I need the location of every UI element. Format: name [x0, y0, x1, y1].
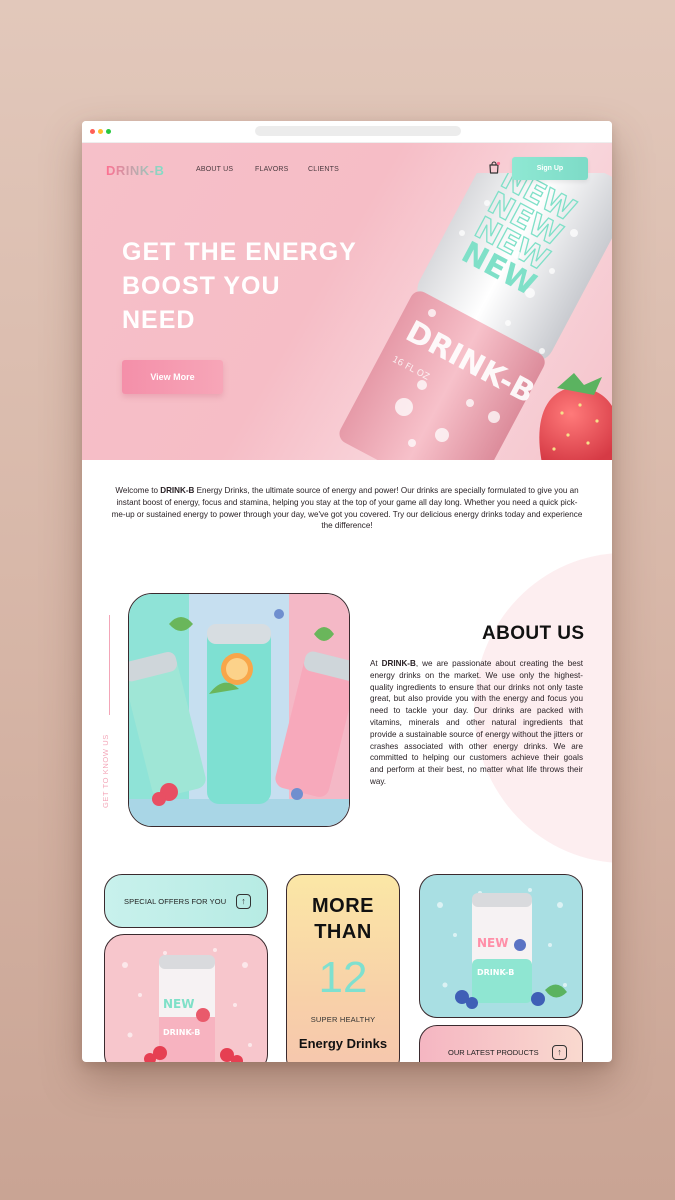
- about-us-body: At DRINK-B, we are passionate about crea…: [370, 658, 583, 788]
- sign-up-button[interactable]: Sign Up: [512, 157, 588, 180]
- hero-section: NEW NEW NEW NEW DRINK-B 16 FL OZ DRINK-B: [82, 143, 612, 460]
- mint-can-card: NEW DRINK-B: [419, 874, 583, 1018]
- browser-chrome: [82, 121, 612, 143]
- strawberry-image: [539, 373, 612, 460]
- view-more-button[interactable]: View More: [122, 360, 223, 394]
- more-than-heading: MORE THAN: [287, 893, 399, 945]
- pink-can-new-text: NEW: [163, 997, 194, 1011]
- hero-title-line: GET THE ENERGY: [122, 238, 357, 266]
- about-cans-image: [128, 593, 350, 827]
- address-bar[interactable]: [255, 126, 461, 136]
- hero-title: GET THE ENERGY BOOST YOU NEED: [122, 235, 382, 337]
- brand-logo[interactable]: DRINK-B: [106, 163, 164, 178]
- super-healthy-label: SUPER HEALTHY: [310, 1015, 376, 1024]
- nav-item-flavors[interactable]: FLAVORS: [255, 166, 289, 173]
- special-offers-label: SPECIAL OFFERS FOR YOU: [124, 897, 227, 906]
- side-divider: [109, 615, 110, 715]
- cart-icon[interactable]: [487, 161, 501, 175]
- nav-item-about-us[interactable]: ABOUT US: [196, 166, 233, 173]
- latest-products-card[interactable]: OUR LATEST PRODUCTS ↑: [419, 1025, 583, 1062]
- close-window-dot[interactable]: [90, 129, 95, 134]
- intro-prefix: Welcome to: [115, 486, 161, 495]
- pink-can-card: NEW DRINK-B: [104, 934, 268, 1062]
- browser-window: NEW NEW NEW NEW DRINK-B 16 FL OZ DRINK-B: [82, 121, 612, 1062]
- about-body-prefix: At: [370, 659, 382, 668]
- hero-title-line: BOOST YOU: [122, 272, 281, 300]
- mint-can-new-text: NEW: [477, 936, 508, 950]
- special-offers-card[interactable]: SPECIAL OFFERS FOR YOU ↑: [104, 874, 268, 928]
- maximize-window-dot[interactable]: [106, 129, 111, 134]
- nav-item-clients[interactable]: CLIENTS: [308, 166, 339, 173]
- mint-can-brand-text: DRINK-B: [477, 968, 514, 977]
- more-line2: THAN: [314, 921, 372, 943]
- about-us-title: ABOUT US: [482, 623, 585, 644]
- more-than-card: MORE THAN 12 SUPER HEALTHY Energy Drinks: [286, 874, 400, 1062]
- intro-brand: DRINK-B: [160, 486, 195, 495]
- intro-paragraph: Welcome to DRINK-B Energy Drinks, the ul…: [110, 485, 584, 532]
- hero-title-line: NEED: [122, 306, 196, 334]
- energy-drinks-label: Energy Drinks: [298, 1036, 388, 1051]
- drink-count: 12: [318, 953, 368, 1002]
- minimize-window-dot[interactable]: [98, 129, 103, 134]
- about-body-brand: DRINK-B: [381, 659, 416, 668]
- arrow-up-icon[interactable]: ↑: [552, 1045, 567, 1060]
- about-body-rest: , we are passionate about creating the b…: [370, 659, 583, 786]
- more-line1: MORE: [312, 895, 374, 917]
- arrow-up-icon[interactable]: ↑: [236, 894, 251, 909]
- pink-can-brand-text: DRINK-B: [163, 1028, 200, 1037]
- latest-products-label: OUR LATEST PRODUCTS: [448, 1048, 539, 1057]
- get-to-know-us-label: GET TO KNOW US: [101, 734, 110, 808]
